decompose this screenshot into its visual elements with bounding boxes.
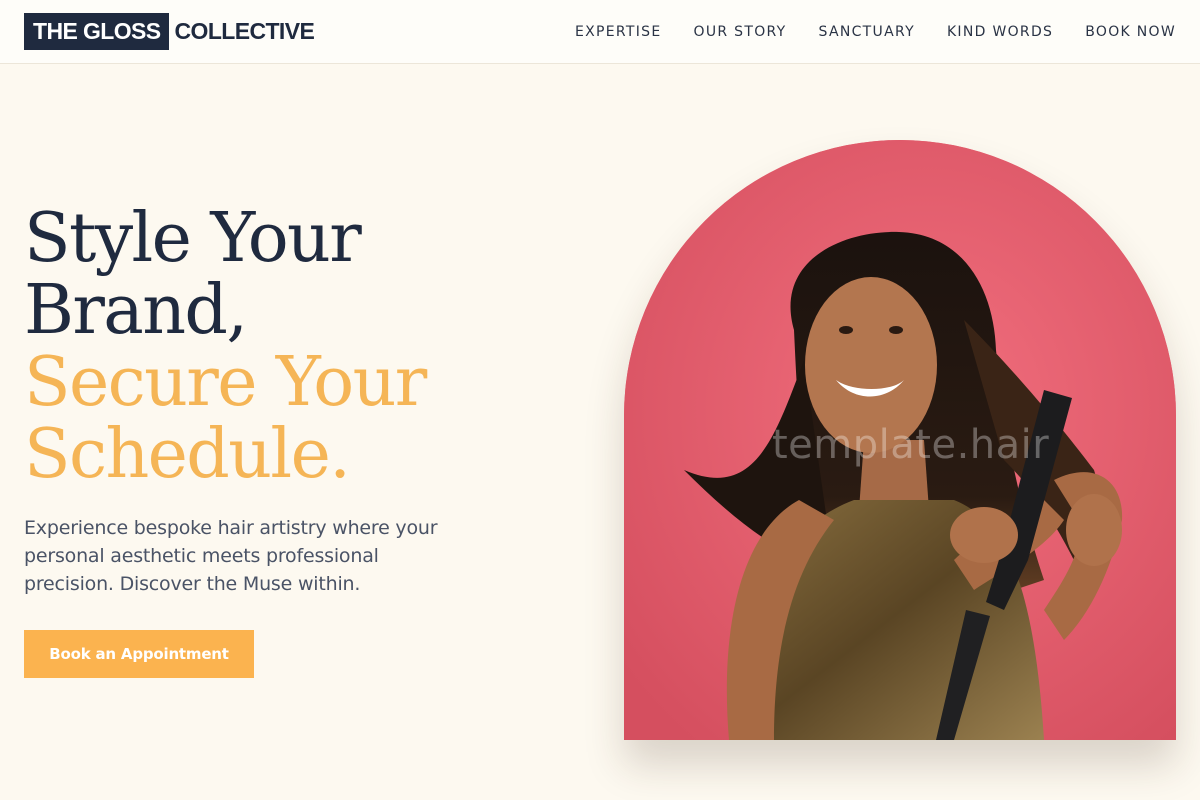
headline-line-3: Secure Your bbox=[24, 343, 427, 422]
headline-line-4: Schedule. bbox=[24, 415, 351, 494]
hero-headline: Style Your Brand, Secure Your Schedule. bbox=[24, 203, 564, 491]
book-appointment-button[interactable]: Book an Appointment bbox=[24, 630, 254, 678]
nav-link-our-story[interactable]: OUR STORY bbox=[694, 24, 787, 40]
headline-line-1: Style Your bbox=[24, 199, 362, 278]
logo-text: COLLECTIVE bbox=[174, 18, 315, 44]
hero-image: template.hair bbox=[624, 140, 1176, 740]
hero-description: Experience bespoke hair artistry where y… bbox=[24, 517, 438, 595]
nav-link-book-now[interactable]: BOOK NOW bbox=[1085, 24, 1176, 40]
image-watermark: template.hair bbox=[772, 422, 1050, 468]
site-header: THE GLOSS COLLECTIVE EXPERTISE OUR STORY… bbox=[0, 0, 1200, 64]
nav-link-kind-words[interactable]: KIND WORDS bbox=[947, 24, 1053, 40]
nav-link-sanctuary[interactable]: SANCTUARY bbox=[819, 24, 915, 40]
logo[interactable]: THE GLOSS COLLECTIVE bbox=[24, 13, 315, 50]
headline-line-2: Brand, bbox=[24, 271, 248, 350]
main-nav: EXPERTISE OUR STORY SANCTUARY KIND WORDS… bbox=[575, 0, 1176, 64]
nav-link-expertise[interactable]: EXPERTISE bbox=[575, 24, 662, 40]
logo-boxed-text: THE GLOSS bbox=[24, 13, 169, 50]
